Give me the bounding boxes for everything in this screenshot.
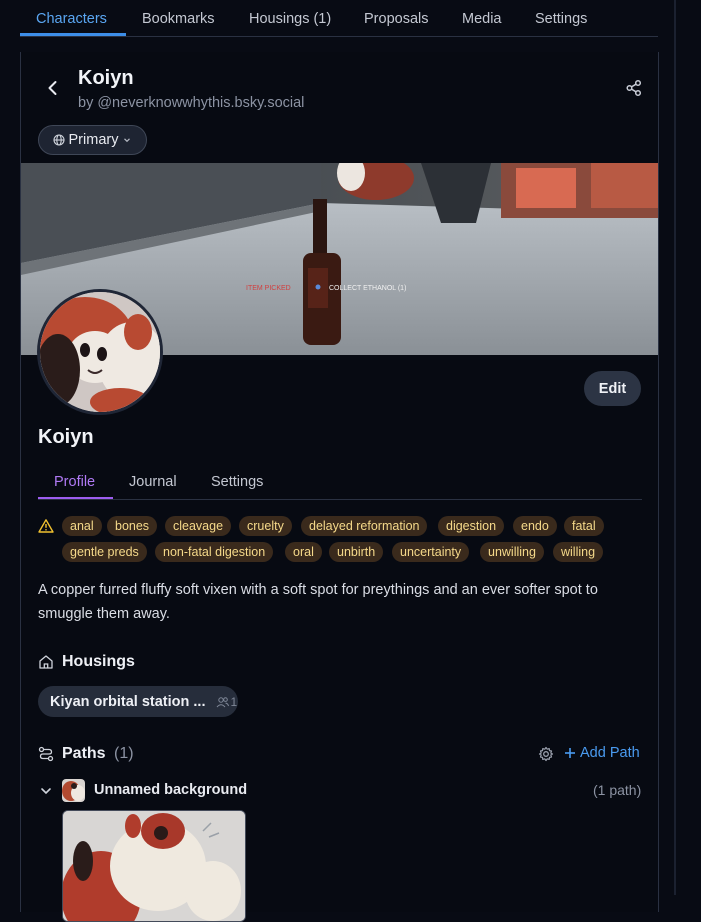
tag-endo[interactable]: endo	[513, 516, 557, 536]
character-description: A copper furred fluffy soft vixen with a…	[38, 582, 598, 622]
tab-journal[interactable]: Journal	[129, 474, 177, 490]
add-path-label: Add Path	[580, 745, 640, 761]
tag-uncertainty[interactable]: uncertainty	[392, 542, 470, 562]
edit-button[interactable]: Edit	[584, 371, 641, 406]
character-title: Koiyn	[78, 67, 134, 89]
tab-characters[interactable]: Characters	[36, 11, 107, 27]
right-rail	[674, 0, 676, 895]
housing-members: 1	[216, 694, 238, 709]
tag-anal[interactable]: anal	[62, 516, 102, 536]
paths-count: (1)	[114, 745, 134, 762]
housing-item[interactable]: Kiyan orbital station ... 1	[38, 686, 238, 717]
share-icon[interactable]	[625, 79, 643, 97]
chevron-down-icon[interactable]	[39, 784, 53, 798]
tag-gentle-preds[interactable]: gentle preds	[62, 542, 147, 562]
tab-bookmarks[interactable]: Bookmarks	[142, 11, 215, 27]
home-icon	[39, 655, 53, 669]
character-card: Koiyn by @neverknowwhythis.bsky.social P…	[20, 52, 659, 922]
plus-icon	[565, 748, 575, 758]
tag-unbirth[interactable]: unbirth	[329, 542, 384, 562]
paths-heading: Paths	[62, 745, 106, 762]
hud-collect-text: COLLECT ETHANOL (1)	[329, 285, 406, 292]
top-tab-bar: Characters Bookmarks Housings (1) Propos…	[20, 0, 658, 37]
tag-digestion[interactable]: digestion	[438, 516, 505, 536]
background-path-count: (1 path)	[593, 782, 642, 798]
route-icon	[38, 746, 54, 762]
version-label: Primary	[68, 132, 119, 148]
tag-delayed-reformation[interactable]: delayed reformation	[301, 516, 428, 536]
profile-tab-bar: Profile Journal Settings	[38, 467, 642, 500]
chevron-down-icon	[124, 138, 131, 143]
housing-member-count: 1	[230, 694, 238, 709]
tag-oral[interactable]: oral	[285, 542, 322, 562]
tab-media[interactable]: Media	[462, 11, 502, 27]
tag-fatal[interactable]: fatal	[564, 516, 604, 536]
active-subtab-indicator	[38, 497, 113, 499]
tab-profile[interactable]: Profile	[54, 474, 95, 490]
hud-picked-text: ITEM PICKED	[246, 285, 291, 292]
character-avatar[interactable]	[37, 289, 163, 415]
tag-willing[interactable]: willing	[553, 542, 604, 562]
globe-icon	[52, 134, 65, 146]
path-card-image	[63, 811, 245, 921]
warning-icon	[38, 519, 54, 533]
add-path-button[interactable]: Add Path	[564, 745, 640, 761]
background-thumbnail	[62, 779, 85, 802]
author-byline[interactable]: by @neverknowwhythis.bsky.social	[78, 95, 304, 111]
path-card[interactable]	[62, 810, 246, 922]
tag-unwilling[interactable]: unwilling	[480, 542, 544, 562]
tag-cleavage[interactable]: cleavage	[165, 516, 232, 536]
housing-name: Kiyan orbital station ...	[50, 693, 206, 710]
active-tab-indicator	[20, 33, 126, 36]
tag-bones[interactable]: bones	[107, 516, 158, 536]
profile-name: Koiyn	[38, 426, 94, 448]
housings-heading: Housings	[62, 653, 135, 670]
tag-cruelty[interactable]: cruelty	[239, 516, 292, 536]
back-arrow-icon[interactable]	[43, 78, 63, 98]
gear-icon[interactable]	[538, 746, 554, 762]
background-name[interactable]: Unnamed background	[94, 782, 247, 798]
tab-proposals[interactable]: Proposals	[364, 11, 428, 27]
version-selector[interactable]: Primary	[38, 125, 147, 155]
tab-settings[interactable]: Settings	[535, 11, 587, 27]
tab-profile-settings[interactable]: Settings	[211, 474, 263, 490]
tag-non-fatal-digestion[interactable]: non-fatal digestion	[155, 542, 274, 562]
users-icon	[216, 696, 229, 707]
tab-housings[interactable]: Housings (1)	[249, 11, 331, 27]
